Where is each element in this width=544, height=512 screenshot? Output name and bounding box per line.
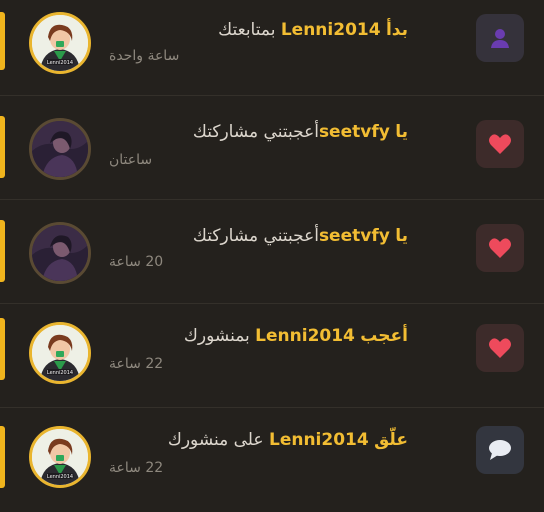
accent-bar	[0, 318, 5, 380]
person-icon	[491, 29, 509, 48]
timestamp: 22 ساعة	[109, 460, 164, 476]
heart-icon	[489, 338, 511, 358]
follow-type-badge	[476, 14, 524, 62]
username[interactable]: seetvfy	[319, 226, 390, 246]
username[interactable]: seetvfy	[319, 122, 390, 142]
notification-text: يا seetvfyأعجبتني مشاركتك	[192, 226, 408, 246]
username[interactable]: Lenni2014	[255, 326, 355, 346]
svg-text:Lenni2014: Lenni2014	[47, 474, 73, 480]
avatar[interactable]: Lenni2014	[29, 322, 91, 384]
notification-list: Lenni2014 بدأ Lenni2014 بمتابعتك ساعة وا…	[0, 0, 544, 501]
notification-item-like[interactable]: يا seetvfyأعجبتني مشاركتك 20 ساعة	[0, 200, 544, 304]
heart-icon	[489, 238, 511, 258]
svg-text:Lenni2014: Lenni2014	[47, 370, 73, 376]
timestamp: 20 ساعة	[109, 254, 164, 270]
notification-text: يا seetvfyأعجبتني مشاركتك	[192, 122, 408, 142]
like-type-badge	[476, 120, 524, 168]
accent-bar	[0, 116, 5, 178]
accent-bar	[0, 220, 5, 282]
username[interactable]: Lenni2014	[269, 430, 369, 450]
notification-item-comment[interactable]: Lenni2014 علّق Lenni2014 على منشورك 22 س…	[0, 408, 544, 512]
accent-bar	[0, 426, 5, 488]
like-type-badge	[476, 324, 524, 372]
accent-bar	[0, 12, 5, 70]
timestamp: ساعة واحدة	[109, 48, 180, 64]
notification-item-like[interactable]: Lenni2014 أعجب Lenni2014 بمنشورك 22 ساعة	[0, 304, 544, 408]
avatar[interactable]: Lenni2014	[29, 12, 91, 74]
notification-item-like[interactable]: يا seetvfyأعجبتني مشاركتك ساعتان	[0, 96, 544, 200]
notification-text: علّق Lenni2014 على منشورك	[167, 430, 408, 450]
heart-icon	[489, 134, 511, 154]
username[interactable]: Lenni2014	[281, 20, 381, 40]
speech-bubble-icon	[489, 440, 511, 460]
avatar[interactable]	[29, 118, 91, 180]
timestamp: ساعتان	[109, 152, 153, 168]
notification-text: أعجب Lenni2014 بمنشورك	[183, 326, 408, 346]
notification-item-follow[interactable]: Lenni2014 بدأ Lenni2014 بمتابعتك ساعة وا…	[0, 0, 544, 96]
notification-text: بدأ Lenni2014 بمتابعتك	[218, 20, 408, 40]
avatar[interactable]	[29, 222, 91, 284]
svg-text:Lenni2014: Lenni2014	[47, 60, 73, 66]
comment-type-badge	[476, 426, 524, 474]
avatar[interactable]: Lenni2014	[29, 426, 91, 488]
timestamp: 22 ساعة	[109, 356, 164, 372]
like-type-badge	[476, 224, 524, 272]
